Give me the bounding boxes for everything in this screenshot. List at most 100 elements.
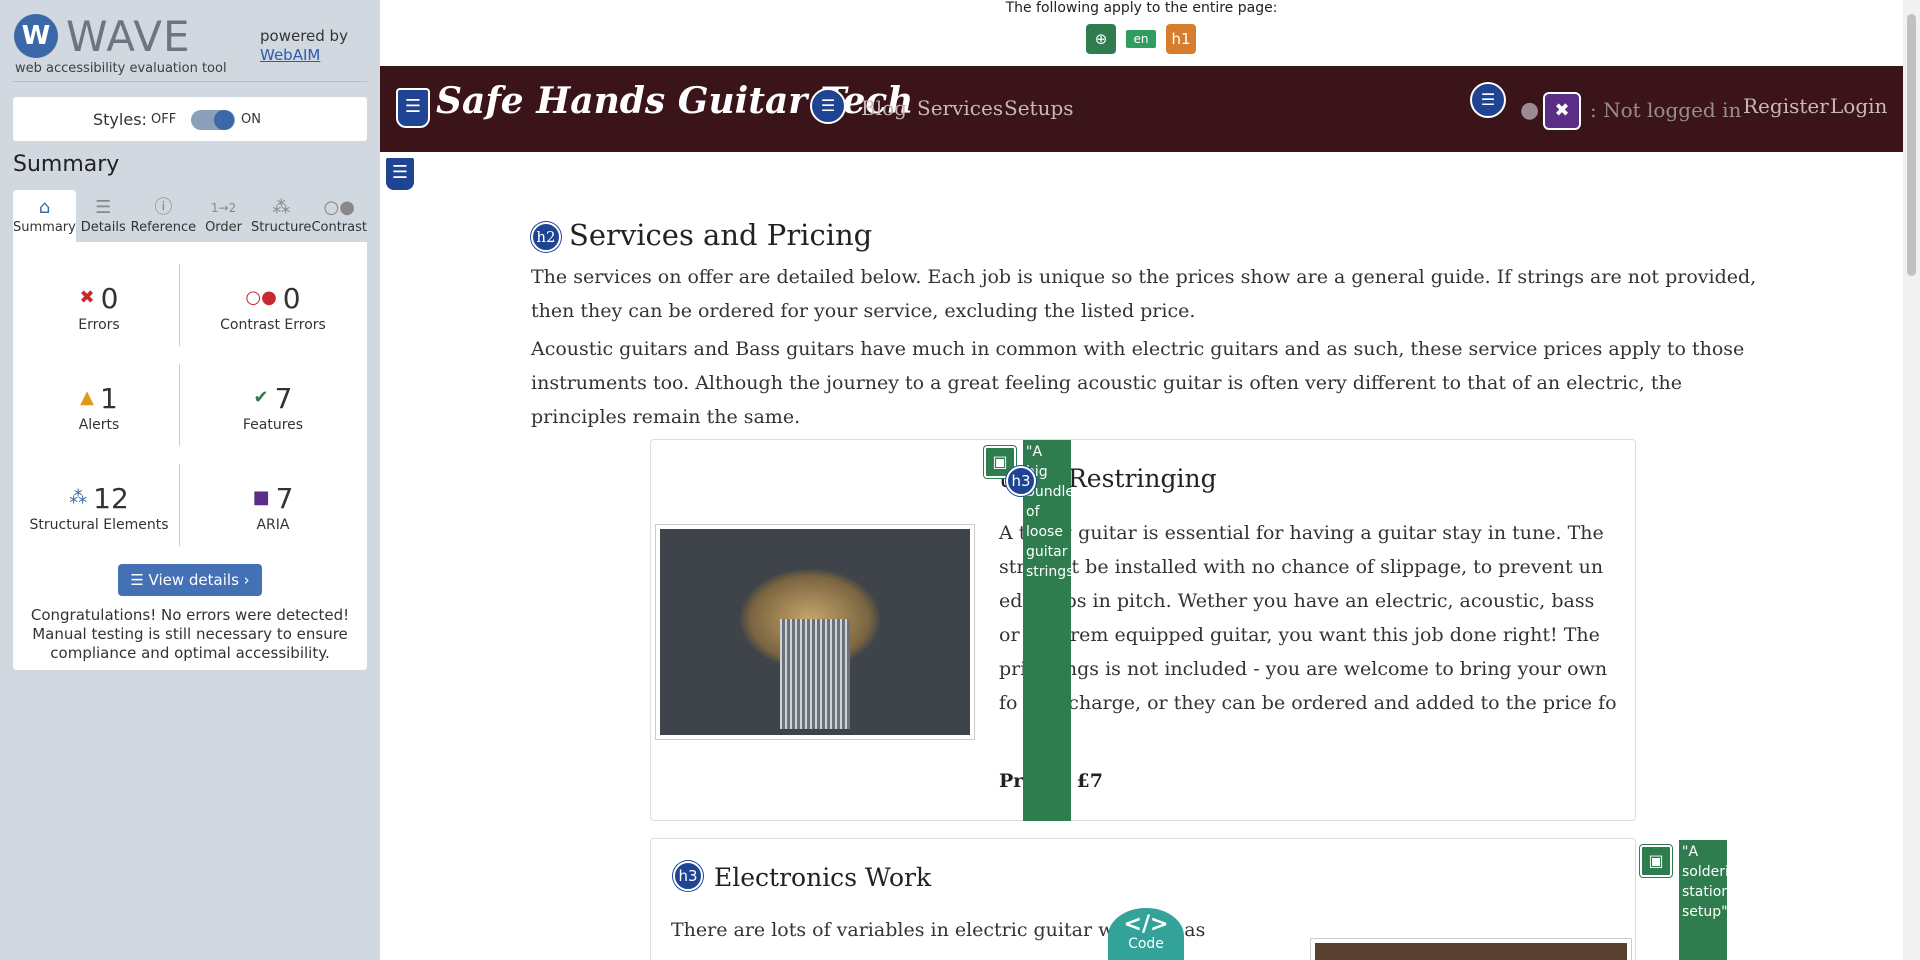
h1-alert-badge[interactable]: h1 — [1166, 24, 1196, 54]
stat-divider — [179, 464, 180, 546]
styles-on-label: ON — [241, 112, 261, 127]
page-heading: h2 Services and Pricing — [531, 218, 1761, 252]
list-icon[interactable]: ☰ — [384, 156, 416, 192]
wave-logo-text[interactable]: WAVE — [66, 12, 191, 61]
user-icon: ● — [1520, 98, 1540, 123]
code-toggle-button[interactable]: </> Code — [1108, 908, 1184, 960]
evaluated-page: The following apply to the entire page: … — [380, 0, 1920, 960]
code-label: Code — [1128, 936, 1164, 952]
stat-errors[interactable]: ✖ 0 Errors — [19, 282, 179, 333]
alt-text-label: "A big bundle of loose guitar strings" — [1023, 440, 1080, 821]
tab-details[interactable]: ☰ Details — [75, 190, 131, 242]
contrast-error-icon: ○● — [245, 287, 277, 308]
styles-off-label: OFF — [151, 112, 177, 127]
lang-badge[interactable]: en — [1126, 30, 1156, 48]
soldering-photo — [1311, 939, 1631, 960]
list-icon[interactable]: ☰ — [810, 88, 846, 124]
tab-label: Summary — [13, 220, 76, 235]
summary-title: Summary — [13, 152, 120, 177]
stat-aria[interactable]: ■ 7 ARIA — [193, 482, 353, 533]
code-icon: </> — [1123, 912, 1169, 937]
photo-strings — [780, 619, 850, 729]
order-icon: 1→2 — [210, 201, 237, 215]
powered-by-text: powered by — [260, 27, 348, 45]
page-wide-icons: ⊕ en h1 — [1086, 24, 1196, 54]
webaim-link[interactable]: WebAIM — [260, 46, 320, 64]
apply-text: The following apply to the entire page: — [1005, 0, 1278, 16]
h2-badge[interactable]: h2 — [531, 222, 561, 252]
structure-icon: ⁂ — [272, 197, 291, 218]
toggle-knob — [214, 110, 234, 130]
nav-services[interactable]: Services — [917, 96, 1003, 120]
home-icon: ⌂ — [38, 197, 51, 218]
view-details-label: View details › — [148, 571, 250, 589]
scroll-thumb[interactable] — [1907, 14, 1916, 276]
structure-stat-icon: ⁂ — [69, 487, 88, 508]
feature-icon: ✔ — [253, 387, 269, 408]
card-title: Electronics Work — [714, 863, 932, 892]
aria-close-icon[interactable]: ✖ — [1543, 92, 1581, 130]
intro-paragraph-2: Acoustic guitars and Bass guitars have m… — [531, 338, 1745, 428]
h3-badge[interactable]: h3 — [673, 861, 703, 891]
nav-setups[interactable]: Setups — [1004, 96, 1074, 120]
errors-label: Errors — [78, 317, 120, 333]
list-icon[interactable]: ☰ — [396, 88, 430, 128]
stat-contrast-errors[interactable]: ○● 0 Contrast Errors — [193, 282, 353, 333]
alert-icon: ▲ — [80, 387, 94, 408]
features-label: Features — [242, 417, 304, 433]
stat-alerts[interactable]: ▲ 1 Alerts — [19, 382, 179, 433]
language-globe-icon[interactable]: ⊕ — [1086, 24, 1116, 54]
stat-features[interactable]: ✔ 7 Features — [193, 382, 353, 433]
features-count: 7 — [274, 382, 293, 415]
tab-label: Details — [80, 220, 126, 235]
nav-blog[interactable]: Blog — [861, 96, 907, 120]
stat-divider — [179, 364, 180, 446]
card-text: A trung guitar is essential for having a… — [999, 522, 1617, 714]
stat-structural[interactable]: ⁂ 12 Structural Elements — [19, 482, 179, 533]
wave-logo-icon[interactable]: W — [14, 14, 58, 58]
tab-reference[interactable]: ⓘ Reference — [130, 190, 197, 242]
register-link[interactable]: Register — [1743, 94, 1829, 118]
heading-text: Services and Pricing — [569, 218, 873, 252]
login-link[interactable]: Login — [1830, 94, 1887, 118]
tab-label: Reference — [130, 220, 197, 235]
styles-toggle-box: Styles: OFF ON — [13, 97, 367, 141]
contrast-icon: ○● — [323, 197, 355, 218]
congrats-message: Congratulations! No errors were detected… — [30, 606, 350, 662]
card-image — [655, 524, 975, 740]
summary-panel: ✖ 0 Errors ○● 0 Contrast Errors ▲ 1 Alerts … — [13, 242, 367, 670]
tab-structure[interactable]: ⁂ Structure — [250, 190, 312, 242]
tab-contrast[interactable]: ○● Contrast — [311, 190, 367, 242]
alerts-count: 1 — [100, 382, 118, 415]
tab-label: Order — [205, 220, 243, 235]
site-navbar: ☰ Safe Hands Guitar Tech ☰ Blog Services… — [380, 66, 1903, 152]
info-icon: ⓘ — [154, 197, 173, 218]
tab-order[interactable]: 1→2 Order — [196, 190, 251, 242]
tab-summary[interactable]: ⌂ Summary — [13, 190, 76, 242]
contrast-errors-count: 0 — [282, 282, 301, 315]
service-card-restringing: uitar Restringing A trung guitar is esse… — [650, 439, 1636, 821]
styles-toggle[interactable] — [191, 110, 235, 130]
structural-count: 12 — [93, 482, 129, 515]
login-status: : Not logged in — [1590, 98, 1742, 122]
aria-icon: ■ — [252, 487, 270, 508]
errors-count: 0 — [100, 282, 119, 315]
styles-label: Styles: — [93, 110, 147, 129]
wave-sidebar: W WAVE web accessibility evaluation tool… — [0, 0, 380, 960]
contrast-errors-label: Contrast Errors — [220, 317, 326, 333]
card-text: There are lots of variables in electric … — [671, 919, 1206, 941]
aria-count: 7 — [275, 482, 294, 515]
stat-divider — [179, 264, 180, 346]
list-icon: ☰ — [95, 197, 112, 218]
aria-label: ARIA — [256, 517, 290, 533]
alerts-label: Alerts — [78, 417, 120, 433]
h3-badge[interactable]: h3 — [1006, 466, 1036, 496]
view-details-button[interactable]: ☰ View details › — [118, 564, 262, 596]
list-icon[interactable]: ☰ — [1470, 82, 1506, 118]
image-alt-icon[interactable]: ▣ — [1640, 845, 1672, 877]
wave-header: W WAVE web accessibility evaluation tool… — [13, 0, 367, 82]
wave-tagline: web accessibility evaluation tool — [15, 61, 227, 76]
tab-label: Structure — [250, 220, 312, 235]
page-scrollbar[interactable] — [1903, 0, 1920, 960]
powered-by: powered by WebAIM — [260, 27, 348, 65]
